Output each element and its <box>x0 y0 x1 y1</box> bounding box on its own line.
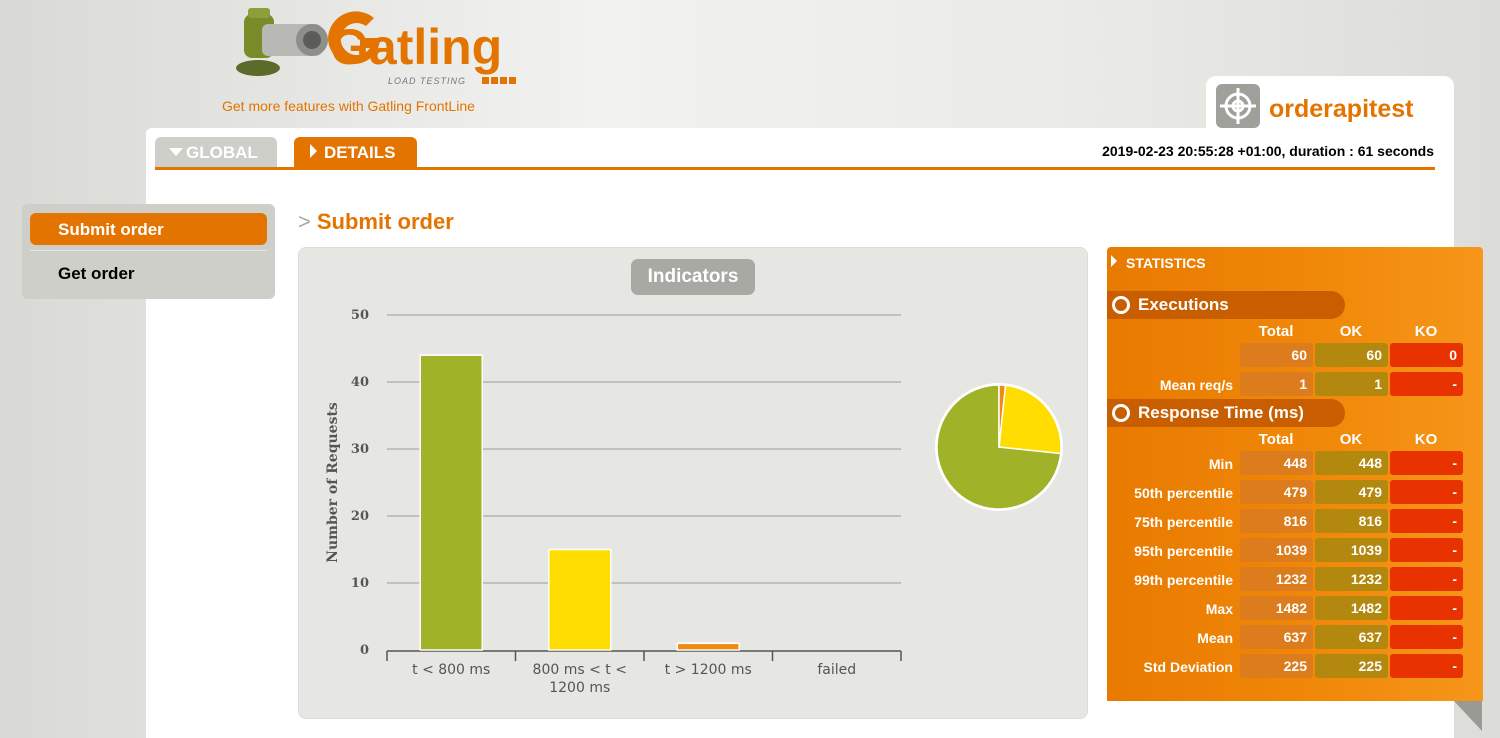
logo-subtext: LOAD TESTING <box>388 76 466 86</box>
x-tick-label: t < 800 ms <box>412 662 490 678</box>
rt-cell-total: 816 <box>1240 509 1313 533</box>
rt-cell-ok: 1482 <box>1315 596 1388 620</box>
rt-cell-total: 637 <box>1240 625 1313 649</box>
rt-cell-ko: - <box>1390 480 1463 504</box>
chevron-right-icon: > <box>298 209 311 234</box>
executions-header: Executions <box>1107 291 1345 319</box>
rt-cell-ko: - <box>1390 654 1463 678</box>
rt-header-ko: KO <box>1414 431 1438 448</box>
rt-header-total: Total <box>1258 431 1294 448</box>
rt-cell-ko: - <box>1390 451 1463 475</box>
rt-cell-total: 1039 <box>1240 538 1313 562</box>
x-tick-label: failed <box>817 662 856 678</box>
caret-down-icon <box>169 148 183 156</box>
exec-header-total: Total <box>1258 323 1294 340</box>
rt-row-label: 95th percentile <box>1134 543 1233 559</box>
x-tick-label: t > 1200 ms <box>665 662 752 678</box>
tab-global-label: GLOBAL <box>186 143 258 162</box>
page-title-text: Submit order <box>316 209 454 234</box>
rt-cell-total: 225 <box>1240 654 1313 678</box>
rt-cell-ok: 637 <box>1315 625 1388 649</box>
run-info: 2019-02-23 20:55:28 +01:00, duration : 6… <box>1102 143 1434 159</box>
exec-header-ko: KO <box>1414 323 1438 340</box>
rt-cell-ok: 1232 <box>1315 567 1388 591</box>
tab-details-label: DETAILS <box>324 143 396 162</box>
executions-title: Executions <box>1138 295 1229 314</box>
rt-cell-ko: - <box>1390 625 1463 649</box>
panel-fold <box>1454 701 1482 731</box>
rt-row-label: Max <box>1205 601 1233 617</box>
rt-cell-ko: - <box>1390 509 1463 533</box>
rt-cell-total: 1482 <box>1240 596 1313 620</box>
rt-row-label: 75th percentile <box>1134 514 1233 530</box>
y-tick-label: 0 <box>360 643 369 658</box>
rt-cell-ok: 816 <box>1315 509 1388 533</box>
response-time-title: Response Time (ms) <box>1138 403 1304 422</box>
gatling-logo[interactable]: Gatling LOAD TESTING <box>232 6 552 92</box>
rt-cell-ko: - <box>1390 538 1463 562</box>
caret-right-icon <box>1111 255 1117 267</box>
indicators-chart: 0 10 20 30 40 50 Number of Requests t < 800 ms 8… <box>325 308 1063 696</box>
target-icon <box>1216 84 1260 128</box>
logo-wordmark: Gatling <box>330 19 502 75</box>
response-time-header: Response Time (ms) <box>1107 399 1345 427</box>
rt-header-ok: OK <box>1339 431 1363 448</box>
rt-cell-ok: 479 <box>1315 480 1388 504</box>
rt-cell-ko: - <box>1390 567 1463 591</box>
statistics-panel: STATISTICS Executions Total OK KO 60 60 … <box>1107 247 1483 701</box>
exec-ko-reqps: - <box>1390 372 1463 396</box>
rt-row-label: Mean <box>1197 630 1233 646</box>
request-menu: Submit order Get order <box>22 204 275 299</box>
y-tick-label: 50 <box>351 308 369 323</box>
rt-row-label: 50th percentile <box>1134 485 1233 501</box>
exec-ko-count: 0 <box>1390 343 1463 367</box>
page-title: > Submit order <box>298 209 454 235</box>
menu-item-submit-order[interactable]: Submit order <box>30 213 267 245</box>
rt-cell-ok: 448 <box>1315 451 1388 475</box>
tab-divider <box>155 167 1435 170</box>
y-axis-label: Number of Requests <box>325 402 341 563</box>
exec-total-reqps: 1 <box>1240 372 1313 396</box>
rt-cell-total: 479 <box>1240 480 1313 504</box>
indicators-panel: Indicators 0 10 20 30 40 50 Number of Requests… <box>298 247 1088 719</box>
rt-row-label: Min <box>1208 456 1233 472</box>
caret-right-icon <box>310 144 317 158</box>
exec-total-count: 60 <box>1240 343 1313 367</box>
exec-row-label: Mean req/s <box>1159 377 1233 393</box>
rt-cell-total: 448 <box>1240 451 1313 475</box>
refresh-icon <box>1112 296 1130 314</box>
rt-cell-ok: 225 <box>1315 654 1388 678</box>
clock-icon <box>1112 404 1130 422</box>
y-tick-label: 10 <box>351 576 369 591</box>
y-tick-label: 30 <box>351 442 369 457</box>
menu-divider <box>30 250 267 251</box>
menu-item-get-order[interactable]: Get order <box>30 257 267 289</box>
y-tick-label: 40 <box>351 375 369 390</box>
bar <box>548 548 612 651</box>
rt-row-label: 99th percentile <box>1134 572 1233 588</box>
exec-header-ok: OK <box>1339 323 1363 340</box>
x-tick-label: 1200 ms <box>549 680 610 696</box>
tab-global[interactable]: GLOBAL <box>155 137 277 167</box>
bar <box>419 354 483 651</box>
statistics-title: STATISTICS <box>1126 255 1206 271</box>
rt-cell-total: 1232 <box>1240 567 1313 591</box>
simulation-header: orderapitest <box>1206 76 1454 136</box>
exec-ok-reqps: 1 <box>1315 372 1388 396</box>
y-tick-label: 20 <box>351 509 369 524</box>
gatling-logo-icon: Gatling LOAD TESTING <box>236 8 516 86</box>
tab-details[interactable]: DETAILS <box>294 137 417 167</box>
pie-slice <box>998 384 1062 455</box>
x-tick-label: 800 ms < t < <box>533 662 627 678</box>
bar <box>676 642 740 651</box>
rt-cell-ok: 1039 <box>1315 538 1388 562</box>
exec-ok-count: 60 <box>1315 343 1388 367</box>
rt-cell-ko: - <box>1390 596 1463 620</box>
rt-row-label: Std Deviation <box>1143 659 1233 675</box>
simulation-name: orderapitest <box>1269 95 1414 123</box>
frontline-link[interactable]: Get more features with Gatling FrontLine <box>222 98 475 114</box>
